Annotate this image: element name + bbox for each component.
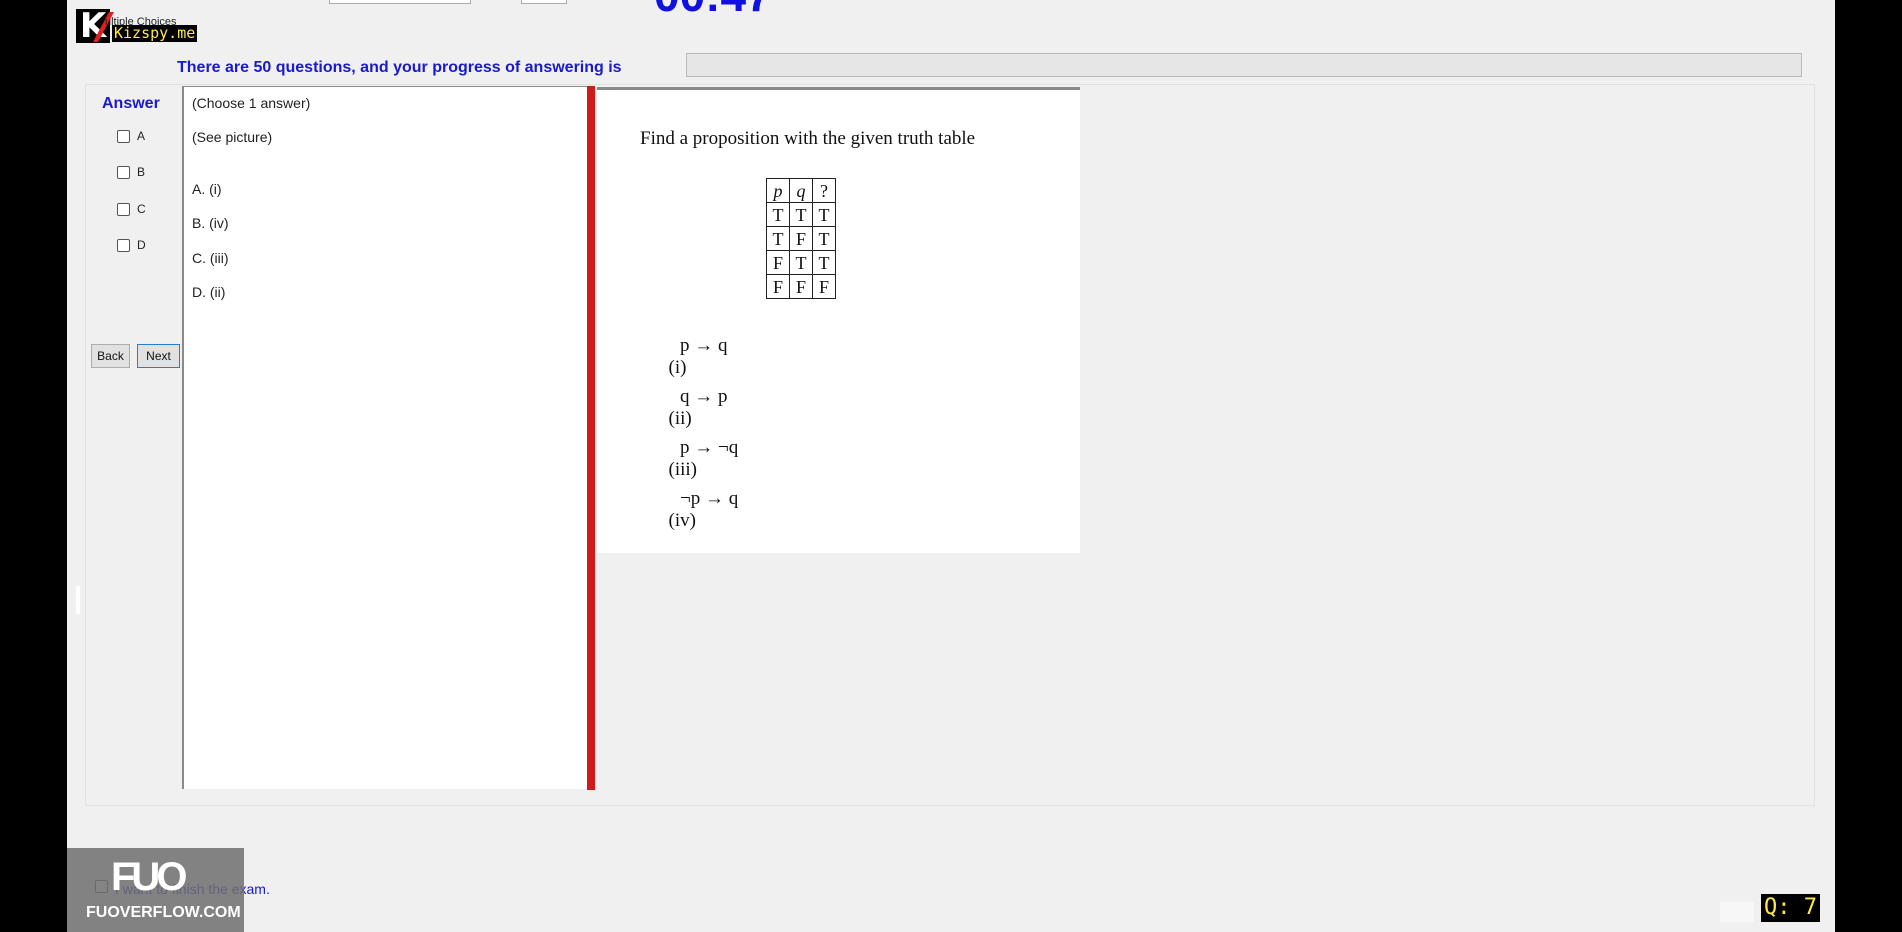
table-cell: T	[812, 226, 836, 251]
top-field[interactable]	[329, 0, 471, 4]
truth-table-row: T F T	[766, 226, 836, 251]
picture-prompt: Find a proposition with the given truth …	[640, 128, 976, 149]
checkbox-a[interactable]	[117, 129, 130, 143]
panel-splitter[interactable]	[587, 86, 595, 790]
proposition-iv: (iv) ¬p → q	[640, 488, 739, 576]
table-cell: T	[766, 202, 790, 227]
choice-b: B. (iv)	[192, 215, 229, 231]
question-panel: (Choose 1 answer) (See picture) A. (i) B…	[182, 86, 591, 789]
table-cell: F	[812, 274, 836, 299]
progress-bar	[686, 53, 1802, 77]
answer-option-b[interactable]: B	[117, 164, 145, 180]
fuoverflow-text: FUOVERFLOW.COM	[86, 904, 241, 921]
answer-label: Answer	[102, 95, 160, 112]
proposition-formula: p → ¬q	[680, 437, 739, 458]
status-box	[1720, 902, 1754, 922]
progress-label: There are 50 questions, and your progres…	[177, 59, 622, 76]
truth-table-row: T T T	[766, 202, 836, 227]
table-cell: F	[789, 226, 813, 251]
question-note: (See picture)	[192, 129, 273, 145]
table-cell: T	[789, 250, 813, 275]
top-field-small[interactable]	[521, 0, 567, 4]
proposition-number: (iv)	[668, 510, 696, 531]
option-label: A	[137, 129, 146, 143]
proposition-formula: q → p	[680, 386, 728, 407]
exam-timer: 00:47	[654, 0, 772, 18]
kizspy-watermark: Kizspy.me	[112, 24, 198, 42]
table-cell: F	[766, 250, 790, 275]
proposition-formula: p → q	[680, 335, 728, 356]
back-button[interactable]: Back	[91, 344, 130, 368]
truth-table-header: p q ?	[766, 178, 836, 203]
checkbox-d[interactable]	[117, 238, 130, 252]
fuo-logo-mark: FUO	[111, 855, 187, 899]
option-label: B	[137, 165, 146, 179]
choice-c: C. (iii)	[192, 250, 229, 266]
fuoverflow-watermark: FUO FUOVERFLOW.COM	[67, 848, 244, 932]
header-cell: p	[766, 178, 790, 203]
table-cell: F	[789, 274, 813, 299]
question-instruction: (Choose 1 answer)	[192, 95, 311, 111]
table-cell: T	[766, 226, 790, 251]
checkbox-c[interactable]	[117, 202, 130, 216]
question-picture: Find a proposition with the given truth …	[597, 87, 1080, 553]
choice-a: A. (i)	[192, 181, 222, 197]
answer-option-d[interactable]: D	[117, 237, 146, 253]
next-button[interactable]: Next	[137, 344, 180, 368]
checkbox-b[interactable]	[117, 165, 130, 179]
option-label: D	[137, 238, 146, 252]
choice-d: D. (ii)	[192, 284, 226, 300]
option-label: C	[137, 202, 146, 216]
table-cell: T	[812, 202, 836, 227]
answer-option-a[interactable]: A	[117, 128, 145, 144]
proposition-number: (i)	[668, 357, 687, 378]
proposition-formula: ¬p → q	[680, 488, 739, 509]
truth-table-row: F F F	[766, 274, 836, 299]
table-cell: T	[812, 250, 836, 275]
table-cell: T	[789, 202, 813, 227]
scroll-marker	[76, 586, 80, 614]
exam-window: K ultiple Choices Kizspy.me 00:47 There …	[67, 0, 1835, 932]
answer-option-c[interactable]: C	[117, 201, 146, 217]
truth-table-row: F T T	[766, 250, 836, 275]
question-number-indicator: Q: 7	[1761, 894, 1820, 922]
proposition-number: (ii)	[668, 408, 692, 429]
header-cell: ?	[812, 178, 836, 203]
table-cell: F	[766, 274, 790, 299]
truth-table: p q ? T T T T F T F T T F F F	[766, 178, 836, 299]
header-cell: q	[789, 178, 813, 203]
proposition-number: (iii)	[668, 459, 698, 480]
